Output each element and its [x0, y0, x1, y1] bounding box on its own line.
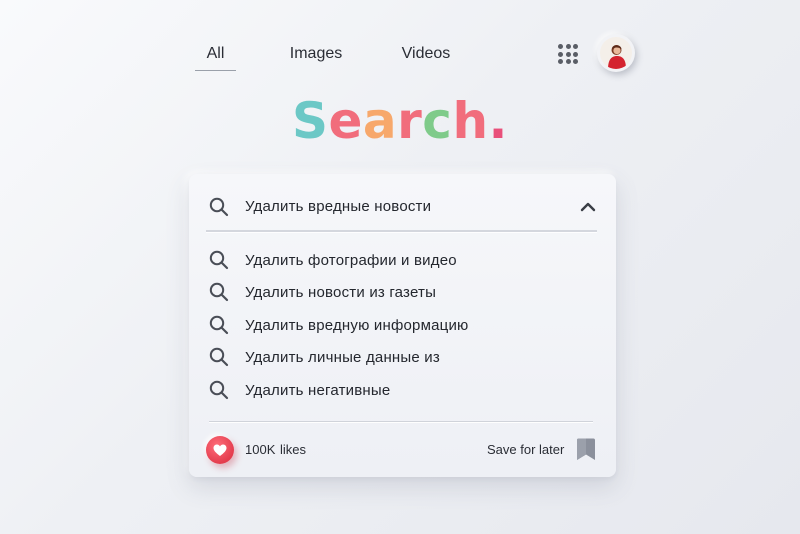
search-input[interactable]: Удалить вредные новости	[189, 192, 616, 222]
suggestion-label: Удалить негативные	[245, 382, 391, 399]
logo-letter: e	[328, 92, 363, 150]
search-icon	[209, 315, 229, 335]
logo: Search.	[0, 92, 800, 150]
divider	[209, 421, 593, 422]
logo-letter: a	[362, 92, 398, 150]
suggestion-label: Удалить личные данные из	[245, 349, 440, 366]
avatar[interactable]	[597, 34, 635, 72]
search-icon	[209, 282, 229, 302]
logo-letter: .	[488, 92, 509, 150]
tab-videos[interactable]: Videos	[397, 45, 455, 71]
suggestion-item[interactable]: Удалить негативные	[189, 377, 616, 403]
search-query[interactable]: Удалить вредные новости	[245, 198, 431, 215]
suggestion-item[interactable]: Удалить вредную информацию	[189, 312, 616, 338]
suggestion-item[interactable]: Удалить новости из газеты	[189, 279, 616, 305]
search-icon	[209, 250, 229, 270]
suggestion-item[interactable]: Удалить фотографии и видео	[189, 247, 616, 273]
search-icon	[209, 380, 229, 400]
user-avatar-icon	[600, 37, 632, 69]
logo-letter: r	[397, 92, 423, 150]
search-icon	[209, 347, 229, 367]
logo-letter: c	[422, 92, 453, 150]
suggestion-label: Удалить новости из газеты	[245, 284, 437, 301]
suggestion-label: Удалить фотографии и видео	[245, 252, 457, 269]
logo-letter: S	[291, 92, 329, 150]
heart-icon	[213, 444, 227, 456]
card-footer: 100K likes Save for later	[189, 434, 616, 468]
search-icon	[209, 197, 229, 217]
search-dropdown-card: Удалить вредные новости Удалить фотограф…	[189, 174, 616, 477]
like-button[interactable]	[206, 436, 234, 464]
apps-grid-icon[interactable]	[558, 44, 578, 64]
suggestion-item[interactable]: Удалить личные данные из	[189, 344, 616, 370]
save-for-later-link[interactable]: Save for later	[487, 442, 564, 457]
divider	[206, 230, 597, 232]
chevron-up-icon[interactable]	[579, 200, 597, 214]
tab-images[interactable]: Images	[284, 45, 348, 71]
logo-letter: h	[452, 92, 489, 150]
bookmark-icon[interactable]	[576, 438, 596, 462]
likes-label: likes	[280, 442, 307, 457]
tab-all[interactable]: All	[195, 45, 236, 71]
likes-count: 100K	[245, 442, 276, 457]
suggestion-label: Удалить вредную информацию	[245, 317, 469, 334]
